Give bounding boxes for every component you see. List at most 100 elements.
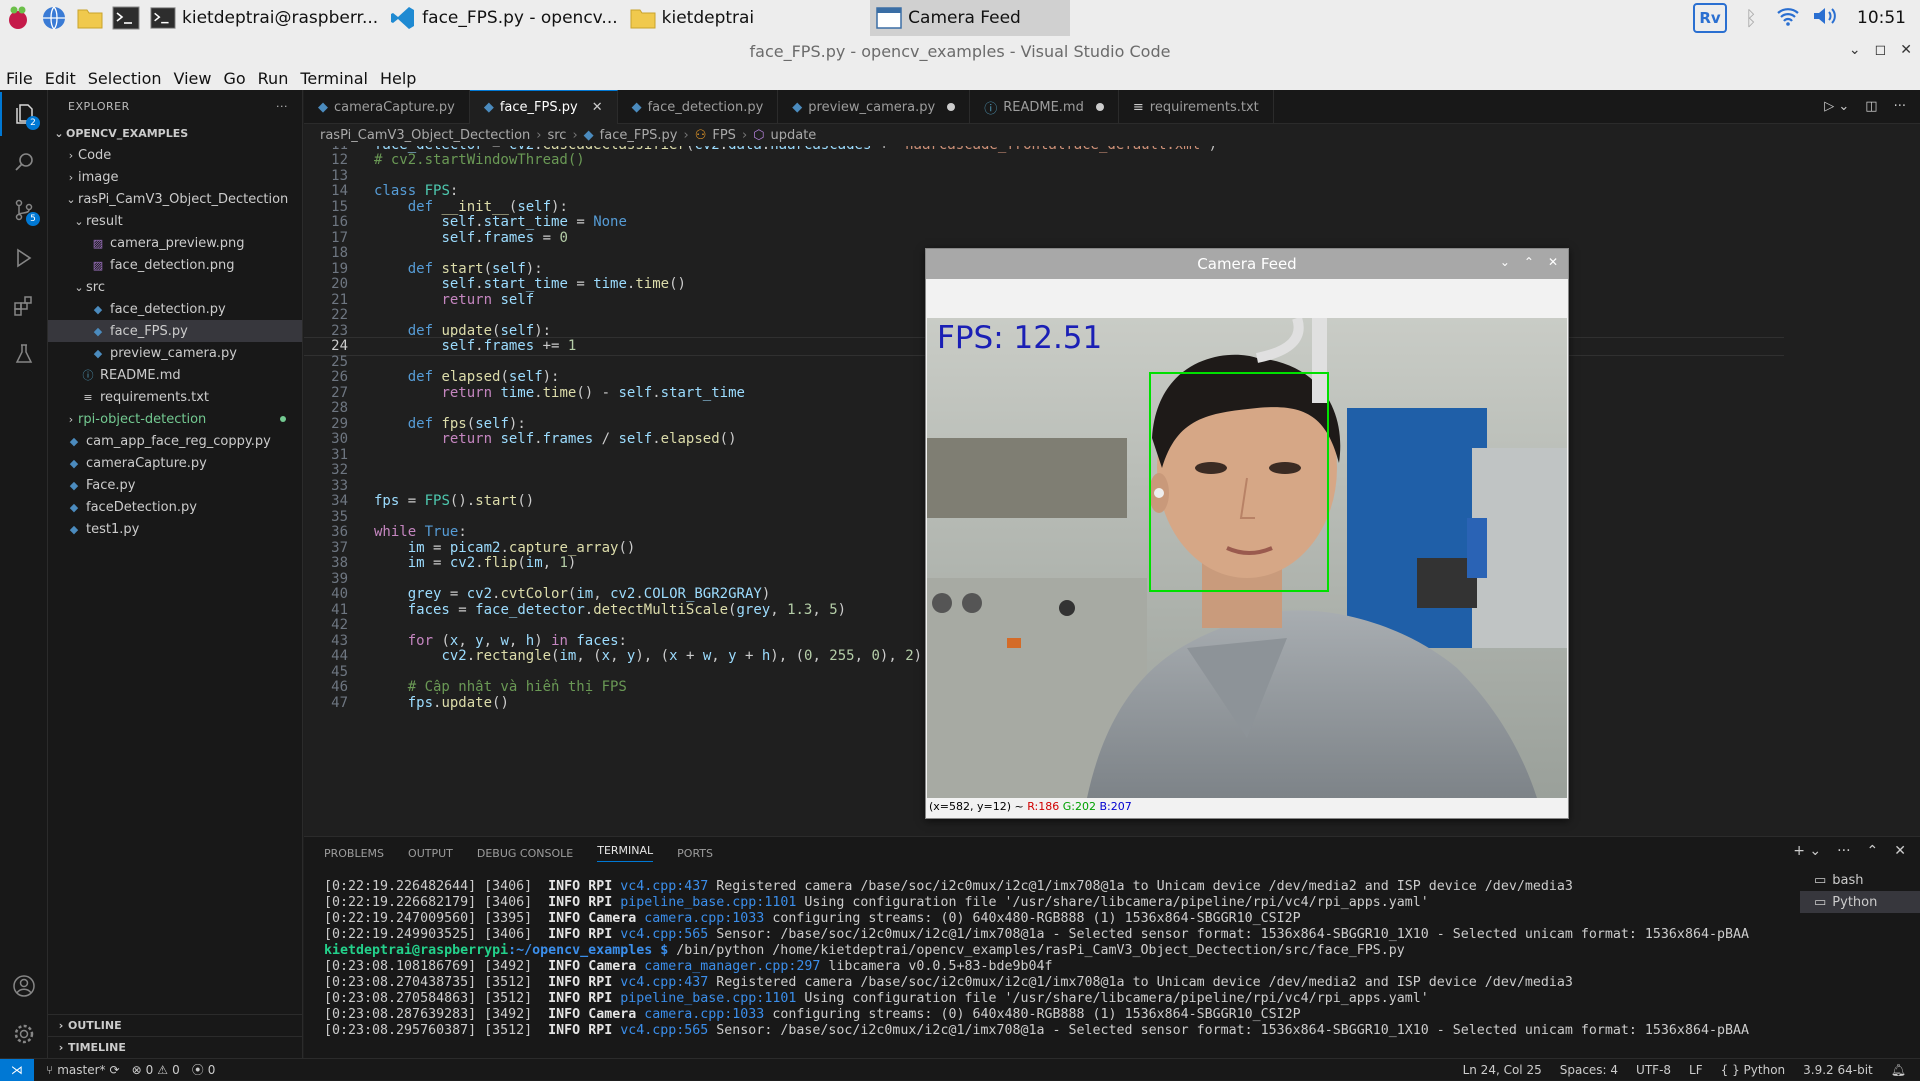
new-terminal-icon[interactable]: + ⌄ [1793,843,1821,859]
tree-file-face-fps-py[interactable]: ◆ face_FPS.py [48,320,302,342]
close-icon[interactable]: ✕ [1548,255,1558,269]
timeline-section[interactable]: › TIMELINE [48,1036,303,1058]
menu-view[interactable]: View [174,69,212,88]
camera-feed-window[interactable]: Camera Feed ⌄ ⌃ ✕ FPS: 12.51 (x=582, y=1… [925,248,1569,819]
volume-icon[interactable] [1811,5,1839,32]
panel-tab-output[interactable]: OUTPUT [408,847,453,860]
tree-folder-raspi-camv3[interactable]: ⌄ rasPi_CamV3_Object_Dectection [48,188,302,210]
file-manager-icon[interactable] [72,0,108,36]
wifi-icon[interactable] [1775,5,1801,32]
explorer-sidebar: EXPLORER ··· ⌄ OPENCV_EXAMPLES › Code › … [48,90,303,1058]
breadcrumb-item[interactable]: rasPi_CamV3_Object_Dectection [320,128,530,143]
tree-folder-src[interactable]: ⌄ src [48,276,302,298]
panel-tab-debug-console[interactable]: DEBUG CONSOLE [477,847,573,860]
tree-folder-result[interactable]: ⌄ result [48,210,302,232]
tree-file-readme[interactable]: ⓘ README.md [48,364,302,386]
terminal-instance-bash[interactable]: ▭ bash [1800,869,1920,891]
run-file-icon[interactable]: ▷ ⌄ [1824,99,1849,114]
workspace-root[interactable]: ⌄ OPENCV_EXAMPLES [48,122,302,144]
tab-label: README.md [1003,99,1084,115]
split-editor-icon[interactable]: ◫ [1865,99,1877,114]
tree-file-face-detection-png[interactable]: ▨ face_detection.png [48,254,302,276]
browser-icon[interactable] [36,0,72,36]
remote-indicator-icon[interactable]: ⋊ [0,1058,34,1081]
breadcrumb-item[interactable]: src [547,128,566,143]
tree-folder-image[interactable]: › image [48,166,302,188]
menu-go[interactable]: Go [223,69,245,88]
tree-folder-code[interactable]: › Code [48,144,302,166]
settings-gear-icon[interactable] [0,1012,48,1056]
outline-section[interactable]: › OUTLINE [48,1014,303,1036]
tree-file-requirements[interactable]: ≡ requirements.txt [48,386,302,408]
menu-selection[interactable]: Selection [88,69,162,88]
taskbar-camera-window[interactable]: Camera Feed [870,0,1071,36]
tab-cameracapture[interactable]: ◆ cameraCapture.py [304,90,470,124]
minimize-icon[interactable]: ⌄ [1500,255,1510,269]
maximize-panel-icon[interactable]: ⌃ [1867,843,1879,859]
menu-edit[interactable]: Edit [45,69,76,88]
more-actions-icon[interactable]: ··· [1837,843,1850,859]
menu-terminal[interactable]: Terminal [300,69,368,88]
python-interpreter[interactable]: 3.9.2 64-bit [1803,1063,1873,1077]
tree-file-camera-preview-png[interactable]: ▨ camera_preview.png [48,232,302,254]
tree-file-test1[interactable]: ◆ test1.py [48,518,302,540]
branch-status[interactable]: ⑂ master* ⟳ [46,1063,120,1077]
close-panel-icon[interactable]: ✕ [1894,843,1906,859]
extensions-icon[interactable] [0,284,48,328]
menu-file[interactable]: File [6,69,33,88]
tab-face-detection[interactable]: ◆ face_detection.py [618,90,779,124]
tree-file-preview-camera-py[interactable]: ◆ preview_camera.py [48,342,302,364]
run-debug-icon[interactable] [0,236,48,280]
maximize-icon[interactable]: ⌃ [1524,255,1534,269]
explorer-icon[interactable]: 2 [0,92,48,136]
taskbar-folder-window[interactable]: kietdeptrai [624,0,761,36]
vnc-icon[interactable]: Rv [1693,3,1727,33]
tree-file-face-detection-py[interactable]: ◆ face_detection.py [48,298,302,320]
terminal-launcher-icon[interactable] [108,0,144,36]
tab-preview-camera[interactable]: ◆ preview_camera.py [778,90,971,124]
taskbar-vscode-window[interactable]: face_FPS.py - opencv... [384,0,623,36]
breadcrumb-item[interactable]: face_FPS.py [600,128,678,143]
problems-status[interactable]: ⊗ 0 ⚠ 0 [132,1063,180,1077]
taskbar-terminal-window[interactable]: kietdeptrai@raspberr... [144,0,384,36]
breadcrumb-item[interactable]: FPS [712,128,736,143]
line-ending[interactable]: LF [1689,1063,1703,1077]
language-mode[interactable]: { } Python [1721,1063,1786,1077]
tab-close-icon[interactable]: ✕ [592,100,603,115]
source-control-icon[interactable]: 5 [0,188,48,232]
more-actions-icon[interactable]: ··· [276,100,288,113]
bluetooth-icon[interactable]: ᛒ [1737,6,1765,30]
panel-tab-ports[interactable]: PORTS [677,847,713,860]
tree-file-face[interactable]: ◆ Face.py [48,474,302,496]
tab-requirements[interactable]: ≡ requirements.txt [1119,90,1274,124]
panel-tab-problems[interactable]: PROBLEMS [324,847,384,860]
panel-tab-terminal[interactable]: TERMINAL [597,844,654,862]
testing-icon[interactable] [0,332,48,376]
tree-file-cameracapture[interactable]: ◆ cameraCapture.py [48,452,302,474]
encoding[interactable]: UTF-8 [1636,1063,1671,1077]
minimize-icon[interactable]: ⌄ [1849,42,1861,58]
camera-window-titlebar[interactable]: Camera Feed ⌄ ⌃ ✕ [926,249,1568,279]
terminal-output[interactable]: [0:22:19.226482644] [3406] INFO RPI vc4.… [324,879,1774,1039]
breadcrumb-item[interactable]: update [771,128,817,143]
maximize-icon[interactable]: ◻ [1875,42,1887,58]
notifications-bell-icon[interactable]: 🔔︎ [1891,1063,1906,1077]
terminal-instance-python[interactable]: ▭ Python [1800,891,1920,913]
account-icon[interactable] [0,964,48,1008]
ports-status[interactable]: ⦿ 0 [192,1061,216,1078]
more-actions-icon[interactable]: ··· [1894,99,1906,114]
tree-folder-rpi-object-detection[interactable]: › rpi-object-detection [48,408,302,430]
tree-file-cam-app[interactable]: ◆ cam_app_face_reg_coppy.py [48,430,302,452]
close-icon[interactable]: ✕ [1900,42,1912,58]
tab-readme[interactable]: ⓘ README.md [970,90,1119,124]
clock[interactable]: 10:51 [1857,8,1906,28]
indentation[interactable]: Spaces: 4 [1560,1063,1618,1077]
raspberry-menu-icon[interactable] [0,0,36,36]
search-icon[interactable] [0,140,48,184]
tab-face-fps[interactable]: ◆ face_FPS.py ✕ [469,90,618,124]
menu-help[interactable]: Help [380,69,416,88]
camera-image[interactable]: FPS: 12.51 [927,318,1567,798]
tree-file-facedetection[interactable]: ◆ faceDetection.py [48,496,302,518]
cursor-position[interactable]: Ln 24, Col 25 [1463,1063,1542,1077]
menu-run[interactable]: Run [258,69,289,88]
